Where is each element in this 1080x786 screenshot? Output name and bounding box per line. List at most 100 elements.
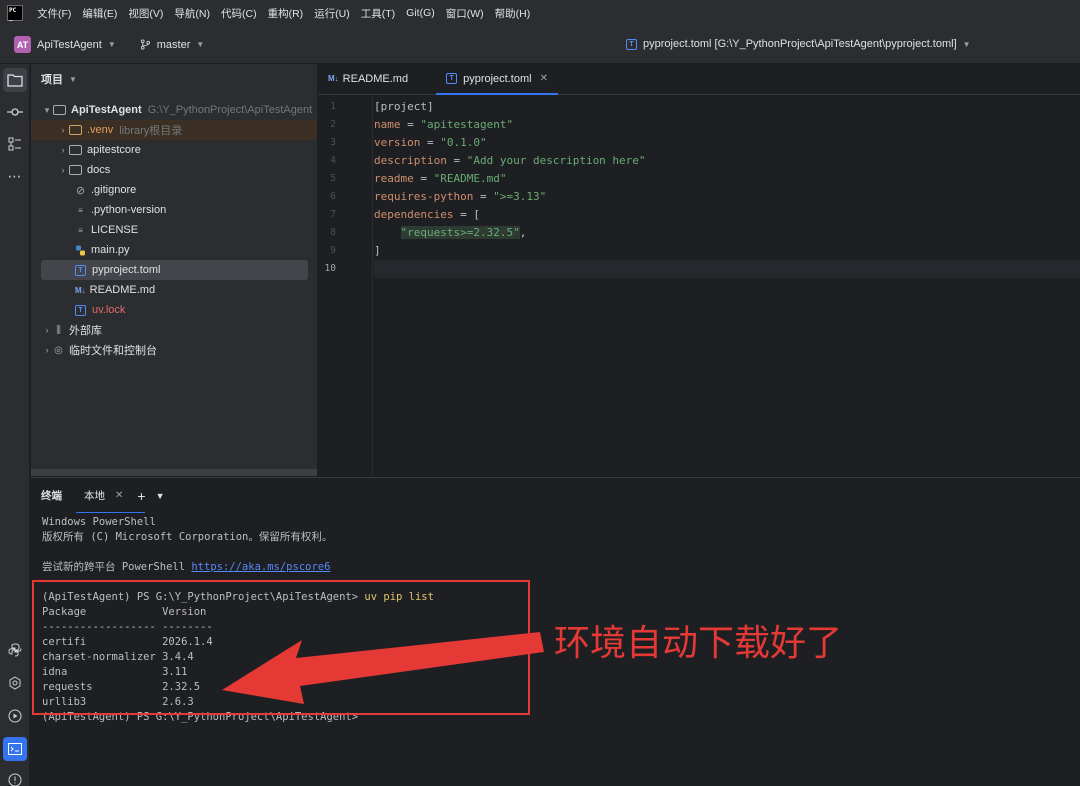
library-icon: ⫼ — [56, 324, 61, 336]
line-number: 1 — [330, 101, 336, 112]
tree-root[interactable]: ▾ ApiTestAgent G:\Y_PythonProject\ApiTes… — [31, 100, 317, 120]
line-number: 5 — [330, 173, 336, 184]
menu-refactor[interactable]: 重构(R) — [268, 6, 304, 21]
line-number: 8 — [330, 227, 336, 238]
menu-git[interactable]: Git(G) — [406, 7, 435, 19]
folder-icon — [69, 145, 82, 155]
current-code-line[interactable] — [374, 260, 1080, 278]
chevron-down-icon[interactable]: ▼ — [108, 40, 116, 49]
toml-file-icon: T — [75, 304, 86, 316]
tree-item-license[interactable]: ≡ LICENSE — [31, 220, 317, 240]
menu-help[interactable]: 帮助(H) — [495, 6, 531, 21]
run-tool-button[interactable] — [3, 704, 27, 728]
tree-item-label: 临时文件和控制台 — [69, 345, 157, 357]
menu-edit[interactable]: 编辑(E) — [82, 6, 117, 21]
collapse-arrow-icon: › — [61, 165, 65, 175]
markdown-file-icon: M↓ — [328, 74, 339, 83]
tree-item-docs[interactable]: › docs — [31, 160, 317, 180]
menu-window[interactable]: 窗口(W) — [446, 6, 484, 21]
tree-item-main-py[interactable]: main.py — [31, 240, 317, 260]
tree-item-label: docs — [87, 164, 111, 176]
collapse-arrow-icon: › — [45, 345, 49, 355]
code-line[interactable]: dependencies = [ — [374, 206, 1074, 224]
code-line[interactable]: ] — [374, 242, 1074, 260]
tree-item-python-version[interactable]: ≡ .python-version — [31, 200, 317, 220]
project-panel: 项目 ▼ ▾ ApiTestAgent G:\Y_PythonProject\A… — [31, 64, 317, 476]
terminal-link[interactable]: https://aka.ms/pscore6 — [191, 561, 330, 573]
chevron-down-icon[interactable]: ▼ — [156, 491, 165, 501]
project-switcher[interactable]: ApiTestAgent — [37, 39, 102, 51]
gutter-divider — [372, 96, 373, 476]
tree-item-external-libs[interactable]: › ⫼ 外部库 — [31, 320, 317, 340]
equals: = — [413, 172, 434, 185]
bracket: ] — [374, 244, 381, 257]
tree-item-scratches[interactable]: › ◎ 临时文件和控制台 — [31, 340, 317, 360]
collapse-arrow-icon: › — [45, 325, 49, 335]
menu-navigate[interactable]: 导航(N) — [174, 6, 210, 21]
tab-readme[interactable]: M↓ README.md — [318, 63, 418, 94]
close-icon[interactable]: ✕ — [540, 73, 548, 84]
text-file-icon: ≡ — [78, 205, 83, 215]
tree-item-venv[interactable]: › .venv library根目录 — [31, 120, 317, 140]
branch-name: master — [156, 38, 191, 51]
root-name: ApiTestAgent — [71, 104, 142, 116]
terminal-tool-button[interactable] — [3, 737, 27, 761]
project-panel-header[interactable]: 项目 ▼ — [31, 64, 317, 94]
run-icon — [8, 709, 22, 723]
close-icon[interactable]: ✕ — [115, 490, 123, 501]
chevron-down-icon: ▼ — [196, 40, 205, 49]
python-icon — [8, 643, 22, 657]
menu-file[interactable]: 文件(F) — [37, 6, 71, 21]
tab-pyproject[interactable]: T pyproject.toml ✕ — [436, 63, 558, 95]
line-number: 6 — [330, 191, 336, 202]
code-line[interactable]: requires-python = ">=3.13" — [374, 188, 1074, 206]
new-terminal-plus-icon[interactable]: + — [137, 488, 145, 504]
code-line[interactable]: name = "apitestagent" — [374, 116, 1074, 134]
current-file-title[interactable]: T pyproject.toml [G:\Y_PythonProject\Api… — [626, 38, 971, 50]
terminal-line: 尝试新的跨平台 PowerShell https://aka.ms/pscore… — [42, 560, 330, 575]
services-tool-button[interactable] — [3, 671, 27, 695]
code-line[interactable]: [project] — [374, 98, 1074, 116]
code-line[interactable]: "requests>=2.32.5", — [374, 224, 1074, 242]
branch-switcher[interactable]: master ▼ — [140, 38, 205, 51]
expand-arrow-icon: ▾ — [44, 104, 50, 115]
tool-window-strip: ⋯ — [0, 64, 30, 786]
menu-run[interactable]: 运行(U) — [314, 6, 350, 21]
terminal-text: 尝试新的跨平台 PowerShell — [42, 561, 192, 573]
horizontal-scrollbar[interactable] — [31, 469, 317, 476]
project-tool-button[interactable] — [3, 68, 27, 92]
tree-item-pyproject[interactable]: T pyproject.toml — [41, 260, 308, 280]
line-number: 4 — [330, 155, 336, 166]
python-packages-button[interactable] — [3, 638, 27, 662]
problems-tool-button[interactable] — [3, 768, 27, 786]
tree-item-apitestcore[interactable]: › apitestcore — [31, 140, 317, 160]
python-file-icon — [75, 245, 86, 256]
tree-item-label: pyproject.toml — [92, 264, 161, 276]
menu-view[interactable]: 视图(V) — [128, 6, 163, 21]
toml-string: "README.md" — [433, 172, 507, 185]
tree-item-uv-lock[interactable]: T uv.lock — [31, 300, 317, 320]
structure-icon — [8, 137, 21, 151]
code-line[interactable]: readme = "README.md" — [374, 170, 1074, 188]
tree-item-label: .venv — [87, 124, 114, 136]
toml-section: [project] — [374, 100, 434, 113]
toml-string: ">=3.13" — [493, 190, 547, 203]
code-line[interactable]: description = "Add your description here… — [374, 152, 1074, 170]
terminal-line: Windows PowerShell — [42, 516, 156, 528]
tree-item-gitignore[interactable]: ⊘ .gitignore — [31, 180, 317, 200]
menu-tools[interactable]: 工具(T) — [361, 6, 395, 21]
toml-key: readme — [374, 172, 414, 185]
toml-key: description — [374, 154, 447, 167]
terminal-tab-local[interactable]: 本地 ✕ — [75, 478, 147, 514]
commit-tool-button[interactable] — [3, 100, 27, 124]
folder-icon — [69, 125, 82, 135]
chevron-down-icon: ▼ — [69, 74, 77, 84]
toml-key: dependencies — [374, 208, 454, 221]
code-line[interactable]: version = "0.1.0" — [374, 134, 1074, 152]
menu-code[interactable]: 代码(C) — [221, 6, 257, 21]
tree-item-readme[interactable]: M↓ README.md — [31, 280, 317, 300]
more-tools-button[interactable]: ⋯ — [3, 164, 27, 188]
structure-tool-button[interactable] — [3, 132, 27, 156]
project-badge[interactable]: AT — [14, 36, 31, 53]
tab-label: pyproject.toml — [463, 72, 532, 85]
